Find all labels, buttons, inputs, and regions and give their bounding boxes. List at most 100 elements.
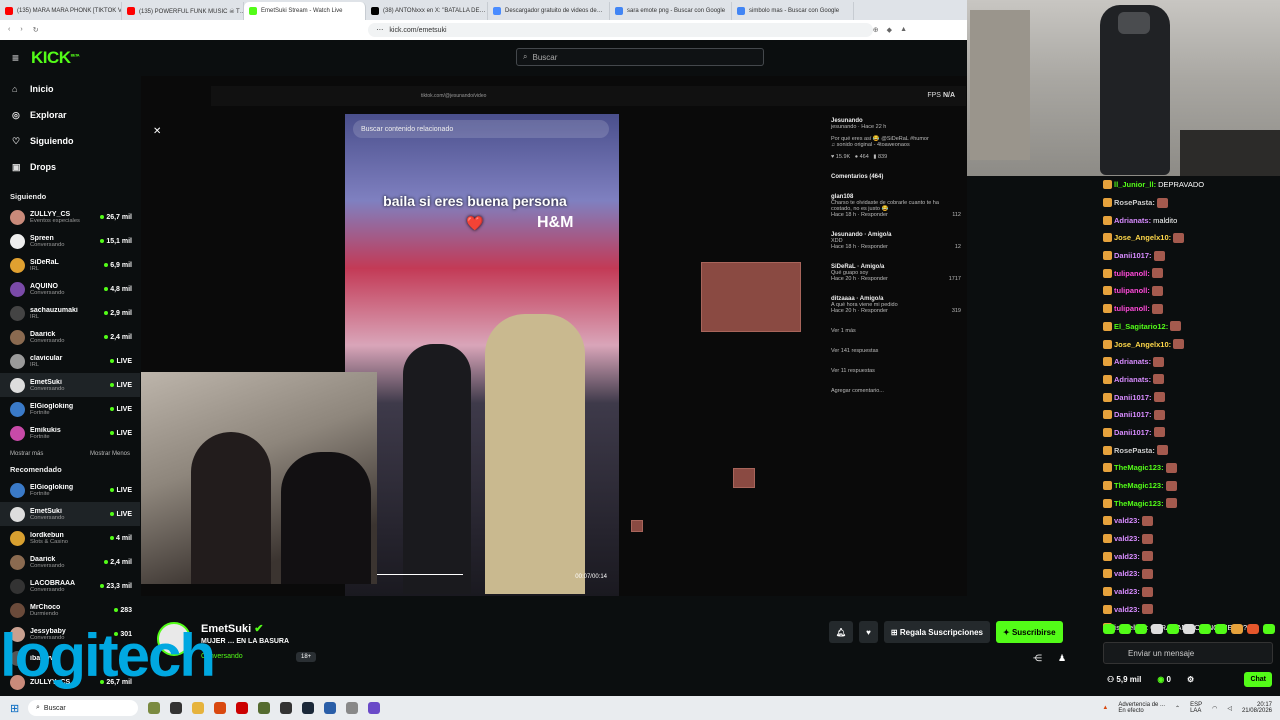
likes-icon[interactable]: ♥ bbox=[831, 154, 834, 160]
chat-username[interactable]: Jose_Angelx10: bbox=[1114, 233, 1171, 242]
weather-notice[interactable]: Advertencia de ... En efecto bbox=[1118, 702, 1165, 714]
chat-username[interactable]: TheMagic123: bbox=[1114, 481, 1164, 490]
chat-username[interactable]: vald23: bbox=[1114, 605, 1140, 614]
emote-icon[interactable] bbox=[1263, 624, 1275, 634]
browser-tab[interactable]: Descargador gratuito de videos de… bbox=[488, 2, 610, 20]
app-icon[interactable] bbox=[280, 702, 292, 714]
file-icon[interactable] bbox=[170, 702, 182, 714]
wifi-icon[interactable]: ◠ bbox=[1212, 705, 1217, 712]
emote-icon[interactable] bbox=[1103, 624, 1115, 634]
channel-item[interactable]: Spreen Conversando 15,1 mil bbox=[0, 229, 140, 253]
alert-icon[interactable]: ▲ bbox=[1102, 705, 1108, 711]
emote-icon[interactable] bbox=[1183, 624, 1195, 634]
menu-icon[interactable]: ≡ bbox=[12, 51, 19, 65]
channel-item[interactable]: SiDeRaL IRL 6,9 mil bbox=[0, 253, 140, 277]
nav-item-siguiendo[interactable]: ♡ Siguiendo bbox=[0, 128, 140, 154]
video-player[interactable]: tiktok.com/@jesunando/video FPS N/A ✕ Bu… bbox=[141, 76, 967, 596]
video-sound[interactable]: ♫ sonido original - 4toaweonaos bbox=[831, 142, 910, 148]
chat-username[interactable]: Danii1017: bbox=[1114, 251, 1152, 260]
app-icon[interactable] bbox=[236, 702, 248, 714]
share-icon[interactable]: ⋲ bbox=[1033, 653, 1042, 664]
chat-username[interactable]: Danii1017: bbox=[1114, 393, 1152, 402]
chat-username[interactable]: tulipanoll: bbox=[1114, 269, 1150, 278]
chat-username[interactable]: RosePasta: bbox=[1114, 446, 1155, 455]
folder-icon[interactable] bbox=[192, 702, 204, 714]
follow-button[interactable]: ♥ bbox=[859, 621, 878, 643]
notifications-button[interactable]: 🔔︎ bbox=[829, 621, 854, 643]
nav-item-explorar[interactable]: ◎ Explorar bbox=[0, 102, 140, 128]
chat-username[interactable]: tulipanoll: bbox=[1114, 286, 1150, 295]
chat-username[interactable]: Danii1017: bbox=[1114, 410, 1152, 419]
reload-icon[interactable]: ↻ bbox=[33, 26, 39, 34]
channel-item[interactable]: MrChoco Durmiendo 283 bbox=[0, 598, 140, 622]
add-comment-field[interactable]: Agregar comentario... bbox=[831, 388, 961, 394]
subscribe-button[interactable]: ✦ Suscribirse bbox=[996, 621, 1063, 643]
back-icon[interactable]: ‹ bbox=[8, 26, 10, 34]
channel-item[interactable]: lordkebun Slots & Casino 4 mil bbox=[0, 526, 140, 550]
browser-tab[interactable]: sara emote png - Buscar con Google bbox=[610, 2, 732, 20]
browser-tab[interactable]: (135) MARA MARA PHONK [TIKTOK V… bbox=[0, 2, 122, 20]
settings-icon[interactable]: ⚙ bbox=[1187, 675, 1194, 684]
gift-subs-button[interactable]: ⊞ Regala Suscripciones bbox=[883, 621, 990, 643]
channel-item[interactable]: Emikukis Fortnite LIVE bbox=[0, 421, 140, 445]
taskbar-search[interactable]: ⌕ Buscar bbox=[28, 700, 138, 716]
channel-item[interactable]: LACOBRAAA Conversando 23,3 mil bbox=[0, 574, 140, 598]
game-icon[interactable] bbox=[148, 702, 160, 714]
windows-start-icon[interactable]: ⊞ bbox=[10, 702, 19, 715]
channel-item[interactable]: clavicular IRL LIVE bbox=[0, 349, 140, 373]
chat-username[interactable]: TheMagic123: bbox=[1114, 463, 1164, 472]
channel-item[interactable]: EmetSuki Conversando LIVE bbox=[0, 373, 140, 397]
emote-icon[interactable] bbox=[1199, 624, 1211, 634]
chat-username[interactable]: Adrianats: bbox=[1114, 357, 1151, 366]
emote-icon[interactable] bbox=[1247, 624, 1259, 634]
tiktok-progress[interactable] bbox=[373, 574, 463, 575]
show-less-button[interactable]: Mostrar Menos bbox=[90, 451, 130, 457]
bookmark-icon[interactable]: ▮ bbox=[873, 154, 876, 160]
chat-username[interactable]: Adrianats: bbox=[1114, 375, 1151, 384]
chat-username[interactable]: vald23: bbox=[1114, 552, 1140, 561]
emote-icon[interactable] bbox=[1215, 624, 1227, 634]
channel-item[interactable]: EmetSuki Conversando LIVE bbox=[0, 502, 140, 526]
view-replies-button[interactable]: Ver 1 más bbox=[831, 328, 961, 334]
chat-username[interactable]: El_Sagitario12: bbox=[1114, 322, 1168, 331]
channel-item[interactable]: ElGiogloking Fortnite LIVE bbox=[0, 478, 140, 502]
chat-input[interactable]: Enviar un mensaje bbox=[1103, 642, 1273, 664]
stream-tag[interactable]: 18+ bbox=[296, 652, 317, 662]
steam-icon[interactable] bbox=[302, 702, 314, 714]
app-icon[interactable] bbox=[324, 702, 336, 714]
emote-icon[interactable] bbox=[1231, 624, 1243, 634]
kick-logo[interactable]: KICKBETA bbox=[31, 48, 80, 68]
chat-username[interactable]: Adrianats: bbox=[1114, 216, 1151, 225]
chat-username[interactable]: vald23: bbox=[1114, 587, 1140, 596]
chat-username[interactable]: TheMagic123: bbox=[1114, 499, 1164, 508]
comment-icon[interactable]: ● bbox=[855, 154, 858, 160]
chat-username[interactable]: RosePasta: bbox=[1114, 198, 1155, 207]
chat-username[interactable]: Jose_Angelx10: bbox=[1114, 340, 1171, 349]
browser-tab[interactable]: EmetSuki Stream - Watch Live bbox=[244, 2, 366, 20]
channel-item[interactable]: AQUINO Conversando 4,8 mil bbox=[0, 277, 140, 301]
tiktok-video[interactable]: Buscar contenido relacionado baila si er… bbox=[345, 114, 619, 596]
chat-username[interactable]: ll_Junior_ll: bbox=[1114, 180, 1156, 189]
zoom-icon[interactable]: ⊕ bbox=[873, 26, 879, 34]
browser-tab[interactable]: (38) ANTONxxx en X: "BATALLA DE… bbox=[366, 2, 488, 20]
brave-icon[interactable] bbox=[214, 702, 226, 714]
url-field[interactable]: ⋯ kick.com/emetsuki bbox=[368, 23, 873, 37]
language[interactable]: ESP LAA bbox=[1190, 702, 1202, 714]
channel-item[interactable]: ZULLYY_CS Eventos especiales 26,7 mil bbox=[0, 205, 140, 229]
chat-username[interactable]: vald23: bbox=[1114, 569, 1140, 578]
view-replies-button[interactable]: Ver 141 respuestas bbox=[831, 348, 961, 354]
chat-username[interactable]: Danii1017: bbox=[1114, 428, 1152, 437]
shield-icon[interactable]: ◆ bbox=[887, 26, 892, 34]
points[interactable]: ◉ 0 bbox=[1157, 675, 1171, 684]
view-replies-button[interactable]: Ver 11 respuestas bbox=[831, 368, 961, 374]
app-icon[interactable] bbox=[258, 702, 270, 714]
emote-icon[interactable] bbox=[1151, 624, 1163, 634]
emote-icon[interactable] bbox=[1167, 624, 1179, 634]
emote-icon[interactable] bbox=[1119, 624, 1131, 634]
chat-username[interactable]: tulipanoll: bbox=[1114, 304, 1150, 313]
channel-item[interactable]: Daarick Conversando 2,4 mil bbox=[0, 550, 140, 574]
show-more-button[interactable]: Mostrar más bbox=[10, 451, 43, 457]
app-icon[interactable] bbox=[368, 702, 380, 714]
channel-item[interactable]: sachauzumaki IRL 2,9 mil bbox=[0, 301, 140, 325]
channel-item[interactable]: Daarick Conversando 2,4 mil bbox=[0, 325, 140, 349]
